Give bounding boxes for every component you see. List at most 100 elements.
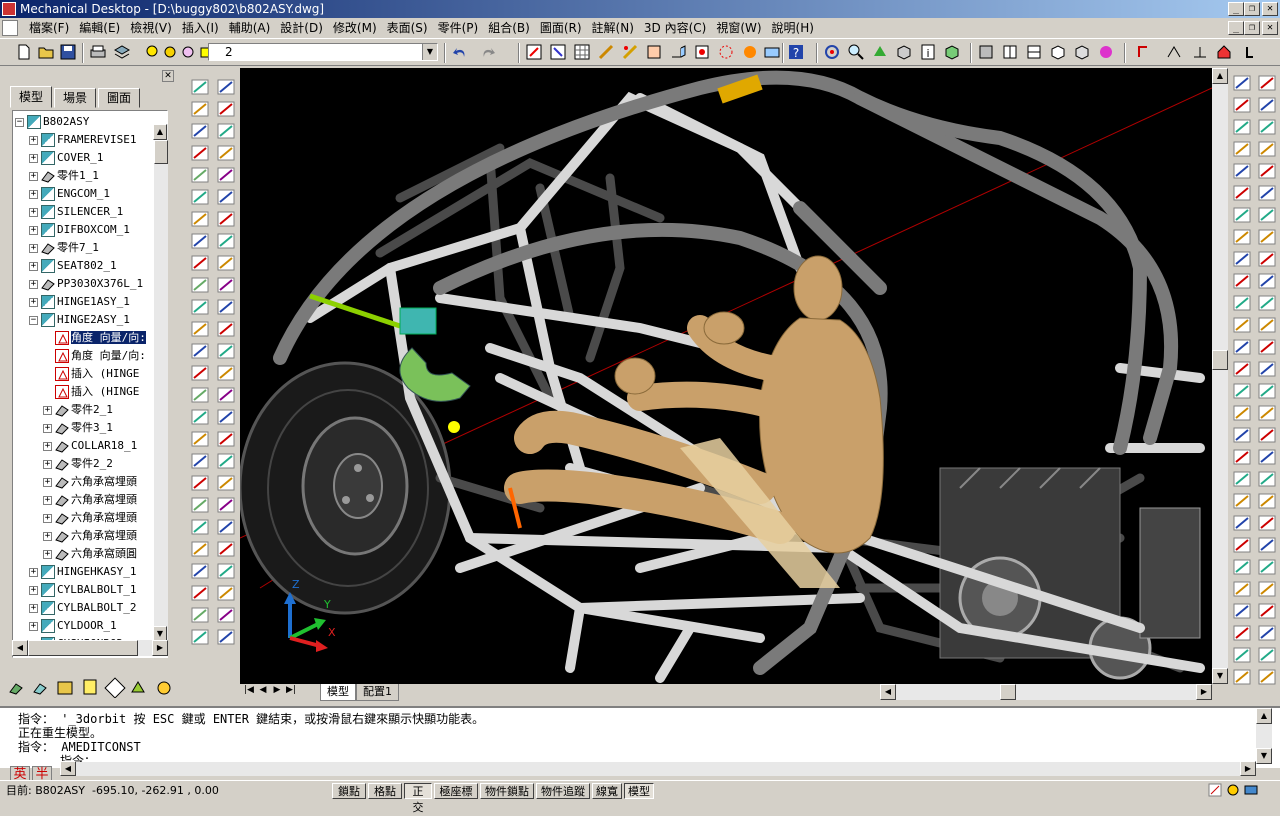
osnap-nearest-icon[interactable] — [1257, 250, 1277, 268]
layers-icon[interactable] — [112, 42, 132, 62]
tree-vscroll-thumb[interactable] — [154, 140, 168, 164]
undo-icon[interactable] — [450, 42, 470, 62]
move-icon[interactable] — [1232, 184, 1252, 202]
rotate-icon[interactable] — [1232, 206, 1252, 224]
browser-tab-2[interactable]: 圖面 — [98, 88, 141, 108]
break-icon[interactable] — [1232, 316, 1252, 334]
new-file-icon[interactable] — [14, 42, 34, 62]
workpoint-icon[interactable] — [190, 364, 210, 382]
osnap-tangent-icon[interactable] — [1257, 404, 1277, 422]
revolve-icon[interactable] — [190, 496, 210, 514]
osnap-none-icon[interactable] — [1257, 272, 1277, 290]
osnap-perpendicular-icon[interactable] — [1257, 646, 1277, 664]
copy-icon[interactable] — [1232, 96, 1252, 114]
spline-icon[interactable] — [216, 232, 236, 250]
tree-node[interactable]: + SILENCER_1 — [29, 203, 123, 221]
menu-item-3[interactable]: 插入(I) — [177, 18, 224, 38]
hole-icon[interactable] — [190, 254, 210, 272]
status-toggle-4[interactable]: 物件鎖點 — [480, 783, 534, 799]
status-toggle-2[interactable]: 正交 — [404, 783, 432, 814]
expand-icon[interactable]: + — [29, 207, 38, 217]
menu-item-4[interactable]: 輔助(A) — [224, 18, 276, 38]
move-icon[interactable] — [1232, 536, 1252, 554]
osnap-midpoint-icon[interactable] — [1257, 96, 1277, 114]
circle-icon[interactable] — [216, 210, 236, 228]
open-folder-icon[interactable] — [36, 42, 56, 62]
tree-node[interactable]: + 零件1_1 — [29, 167, 99, 185]
offset-icon[interactable] — [1232, 492, 1252, 510]
expand-icon[interactable]: + — [43, 405, 52, 415]
expand-icon[interactable]: + — [29, 135, 38, 145]
command-scrollbar[interactable]: ▲ ▼ — [1256, 708, 1272, 764]
browser-close-icon[interactable]: ✕ — [162, 70, 174, 82]
chamfer-icon[interactable] — [1232, 360, 1252, 378]
constraint-tool-icon[interactable] — [131, 681, 145, 693]
expand-icon[interactable]: + — [43, 441, 52, 451]
tree-node[interactable]: + CYLBALBOLT_2 — [29, 599, 136, 617]
shell-icon[interactable] — [190, 628, 210, 646]
expand-icon[interactable]: + — [43, 495, 52, 505]
save-icon[interactable] — [58, 42, 78, 62]
viewport-hscroll-thumb[interactable] — [1000, 684, 1016, 700]
view-iso-icon[interactable] — [1048, 42, 1068, 62]
check-interference-icon[interactable] — [157, 681, 171, 695]
extrude-icon[interactable] — [668, 42, 688, 62]
block-icon[interactable] — [216, 606, 236, 624]
scroll-up-icon[interactable]: ▲ — [153, 124, 167, 140]
loft-icon[interactable] — [190, 518, 210, 536]
expand-icon[interactable]: + — [29, 585, 38, 595]
osnap-center-icon[interactable] — [1257, 580, 1277, 598]
close-button[interactable]: ✕ — [1262, 2, 1278, 16]
tree-node[interactable]: − B802ASY — [15, 113, 89, 131]
doc-close-button[interactable]: ✕ — [1262, 21, 1278, 35]
view-top-icon[interactable] — [1000, 42, 1020, 62]
osnap-perpendicular-icon[interactable] — [1257, 426, 1277, 444]
box-icon[interactable] — [894, 42, 914, 62]
osnap-node-icon[interactable] — [1257, 448, 1277, 466]
viewport-scroll-left-icon[interactable]: ◀ — [880, 684, 896, 700]
tree-node[interactable]: + COLLAR18_1 — [43, 437, 137, 455]
menu-item-8[interactable]: 零件(P) — [433, 18, 484, 38]
zoom-icon[interactable] — [846, 42, 866, 62]
hole-icon[interactable] — [190, 606, 210, 624]
point-icon[interactable] — [216, 628, 236, 646]
osnap-endpoint-icon[interactable] — [1257, 294, 1277, 312]
document-icon[interactable] — [2, 20, 18, 36]
tab-model[interactable]: 模型 — [320, 684, 356, 701]
catalog-icon[interactable] — [57, 681, 73, 695]
cube-icon[interactable] — [942, 42, 962, 62]
fillet-icon[interactable] — [190, 210, 210, 228]
expand-icon[interactable]: + — [43, 477, 52, 487]
menu-item-10[interactable]: 圖面(R) — [535, 18, 587, 38]
expand-icon[interactable]: + — [29, 171, 38, 181]
tree-node[interactable]: + DIFBOXCOM_1 — [29, 221, 130, 239]
command-scroll-up-icon[interactable]: ▲ — [1256, 708, 1272, 724]
shade-icon[interactable] — [870, 42, 890, 62]
copy-icon[interactable] — [1232, 448, 1252, 466]
menu-item-7[interactable]: 表面(S) — [382, 18, 433, 38]
chevron-down-icon[interactable]: ▼ — [422, 44, 437, 60]
next-tab-icon[interactable]: ▶ — [270, 685, 284, 695]
command-window[interactable]: 指令： '_3dorbit 按 ESC 鍵或 ENTER 鍵結束，或按滑鼠右鍵來… — [0, 706, 1280, 768]
tree-node[interactable]: + 六角承窩頭圓 — [43, 545, 137, 563]
shell-icon[interactable] — [190, 276, 210, 294]
minimize-button[interactable]: _ — [1228, 2, 1244, 16]
block-icon[interactable] — [216, 276, 236, 294]
scale-icon[interactable] — [1232, 228, 1252, 246]
menu-item-5[interactable]: 設計(D) — [275, 18, 328, 38]
edit-sketch-icon[interactable] — [620, 42, 640, 62]
tree-node[interactable]: + 六角承窩埋頭 — [43, 473, 137, 491]
tree-hscroll-thumb[interactable] — [28, 640, 138, 656]
layer-on-bulb-icon[interactable] — [142, 42, 162, 62]
menu-item-0[interactable]: 檔案(F) — [24, 18, 74, 38]
profile-icon[interactable] — [190, 452, 210, 470]
osnap-intersection-icon[interactable] — [1257, 558, 1277, 576]
scroll-right-icon[interactable]: ▶ — [152, 640, 168, 656]
sketch-icon[interactable] — [596, 42, 616, 62]
view-sw-icon[interactable] — [1072, 42, 1092, 62]
rotate-icon[interactable] — [1232, 558, 1252, 576]
polyline-icon[interactable] — [216, 452, 236, 470]
layer-freeze-icon[interactable] — [160, 42, 180, 62]
circle-icon[interactable] — [216, 540, 236, 558]
osnap-quadrant-icon[interactable] — [1257, 602, 1277, 620]
